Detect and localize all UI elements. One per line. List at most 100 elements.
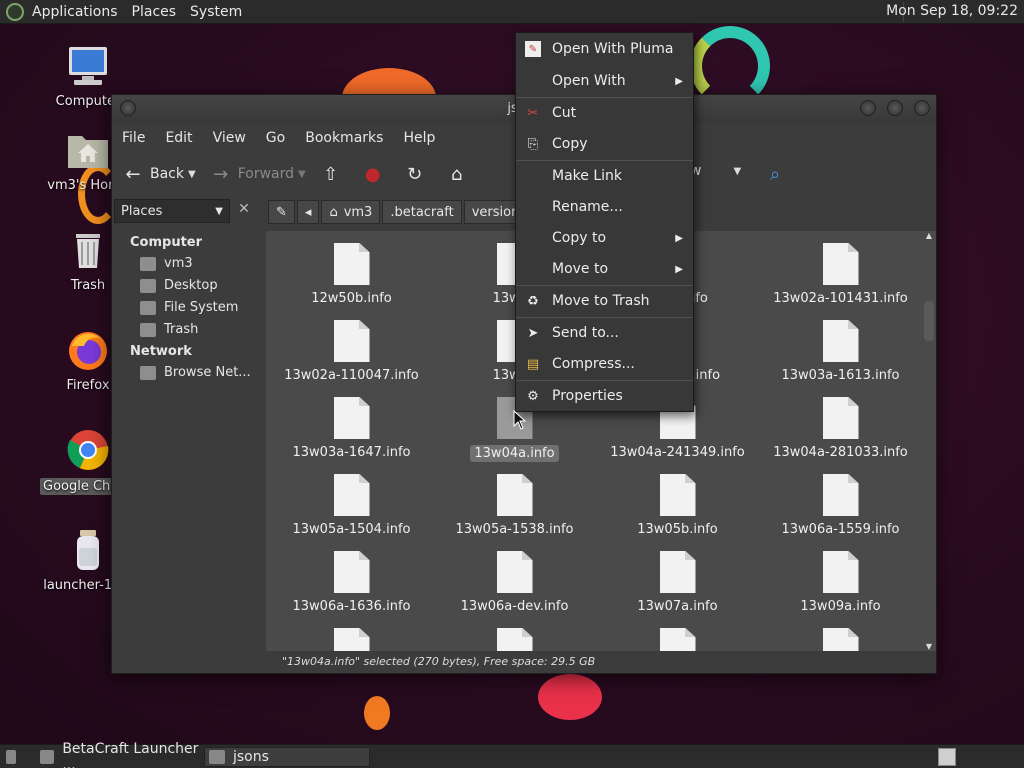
up-arrow-icon: ⇧ bbox=[323, 163, 339, 185]
sidebar-item-file-system[interactable]: File System bbox=[140, 300, 251, 315]
vertical-scrollbar[interactable]: ▲ ▼ bbox=[924, 231, 934, 651]
file-item[interactable]: 13w05a-1504.info bbox=[270, 474, 433, 537]
close-button[interactable] bbox=[914, 100, 930, 116]
document-icon bbox=[822, 628, 859, 651]
menu-item-copy-to[interactable]: Copy to ▶ bbox=[516, 223, 693, 253]
forward-history-icon[interactable]: ▼ bbox=[298, 169, 306, 180]
sidebar-item-trash[interactable]: Trash bbox=[140, 322, 251, 337]
menu-item-cut[interactable]: ✂ Cut bbox=[516, 98, 693, 128]
file-item[interactable]: 13w09a.info bbox=[759, 551, 922, 614]
scroll-down-arrow-icon[interactable]: ▼ bbox=[924, 642, 934, 651]
system-menu[interactable]: System bbox=[190, 4, 242, 20]
chevron-left-icon: ◂ bbox=[304, 204, 312, 220]
file-item[interactable] bbox=[759, 628, 922, 651]
file-item[interactable]: 13w06a-1636.info bbox=[270, 551, 433, 614]
menu-view[interactable]: View bbox=[213, 130, 246, 146]
menu-file[interactable]: File bbox=[122, 130, 145, 146]
mate-logo-icon[interactable] bbox=[6, 2, 24, 21]
menu-item-label: Properties bbox=[552, 388, 623, 404]
file-item[interactable]: 12w50b.info bbox=[270, 243, 433, 306]
computer-header: Computer bbox=[130, 235, 203, 250]
trash-icon: ♻ bbox=[527, 293, 539, 309]
file-item[interactable]: 13w03a-1613.info bbox=[759, 320, 922, 383]
taskbar-item-label: jsons bbox=[233, 749, 269, 765]
menu-item-open-with[interactable]: Open With ▶ bbox=[516, 66, 693, 96]
menu-help[interactable]: Help bbox=[403, 130, 435, 146]
menu-item-send-to[interactable]: ➤ Send to... bbox=[516, 318, 693, 348]
file-name: 13w02a-110047.info bbox=[284, 368, 419, 383]
sidebar-item-browse-network[interactable]: Browse Net... bbox=[140, 365, 251, 380]
back-history-icon[interactable]: ▼ bbox=[188, 169, 196, 180]
file-item[interactable] bbox=[270, 628, 433, 651]
minimize-button[interactable] bbox=[860, 100, 876, 116]
file-item[interactable]: 13w05a-1538.info bbox=[433, 474, 596, 537]
file-name: 13w03a-1613.info bbox=[781, 368, 900, 383]
scroll-up-arrow-icon[interactable]: ▲ bbox=[924, 231, 934, 240]
reload-button[interactable]: ↻ bbox=[404, 163, 432, 185]
edit-location-button[interactable]: ✎ bbox=[268, 200, 295, 224]
places-menu[interactable]: Places bbox=[132, 4, 177, 20]
file-item[interactable]: 13w06a-1559.info bbox=[759, 474, 922, 537]
path-crumb-betacraft[interactable]: .betacraft bbox=[382, 200, 462, 224]
file-item[interactable]: 13w05b.info bbox=[596, 474, 759, 537]
view-combo[interactable]: w ▼ bbox=[690, 163, 741, 179]
menu-item-label: Open With bbox=[552, 73, 626, 89]
forward-button[interactable]: → Forward ▼ bbox=[210, 163, 306, 185]
search-button[interactable]: ⌕ bbox=[764, 163, 792, 185]
menu-item-move-to-trash[interactable]: ♻ Move to Trash bbox=[516, 286, 693, 316]
menu-item-label: Move to Trash bbox=[552, 293, 650, 309]
menu-item-properties[interactable]: ⚙ Properties bbox=[516, 381, 693, 411]
sidebar-item-vm3[interactable]: vm3 bbox=[140, 256, 251, 271]
maximize-button[interactable] bbox=[887, 100, 903, 116]
menu-item-move-to[interactable]: Move to ▶ bbox=[516, 254, 693, 284]
taskbar-item-jsons[interactable]: jsons bbox=[204, 747, 370, 767]
file-item[interactable]: 13w02a-110047.info bbox=[270, 320, 433, 383]
file-item[interactable]: 13w02a-101431.info bbox=[759, 243, 922, 306]
menu-item-compress[interactable]: ▤ Compress... bbox=[516, 349, 693, 379]
network-header: Network bbox=[130, 344, 192, 359]
taskbar-item-label: BetaCraft Launcher ... bbox=[62, 741, 199, 768]
document-icon bbox=[496, 474, 533, 516]
desktop-folder-icon bbox=[140, 278, 156, 293]
scrollbar-thumb[interactable] bbox=[924, 301, 934, 341]
menu-item-label: Copy bbox=[552, 136, 588, 152]
blank-icon bbox=[525, 168, 541, 184]
document-icon bbox=[659, 628, 696, 651]
file-item[interactable]: 13w06a-dev.info bbox=[433, 551, 596, 614]
menu-go[interactable]: Go bbox=[266, 130, 285, 146]
file-item[interactable]: 13w04a-281033.info bbox=[759, 397, 922, 460]
menu-bookmarks[interactable]: Bookmarks bbox=[305, 130, 383, 146]
drive-icon bbox=[140, 300, 156, 315]
menu-item-label: Open With Pluma bbox=[552, 41, 674, 57]
clock[interactable]: Mon Sep 18, 09:22 bbox=[886, 3, 1018, 19]
file-item[interactable] bbox=[596, 628, 759, 651]
file-item[interactable] bbox=[433, 628, 596, 651]
path-crumb-vm3[interactable]: ⌂ vm3 bbox=[321, 200, 381, 224]
stop-button[interactable]: ● bbox=[362, 163, 390, 185]
menu-item-make-link[interactable]: Make Link bbox=[516, 161, 693, 191]
back-button[interactable]: ← Back ▼ bbox=[122, 163, 196, 185]
up-button[interactable]: ⇧ bbox=[320, 163, 348, 185]
path-back-button[interactable]: ◂ bbox=[296, 200, 320, 224]
menu-item-copy[interactable]: ⎘ Copy bbox=[516, 129, 693, 159]
workspace-switcher[interactable] bbox=[938, 748, 956, 766]
folder-icon bbox=[209, 750, 225, 764]
context-menu: ✎ Open With Pluma Open With ▶ ✂ Cut ⎘ Copy M… bbox=[515, 32, 694, 412]
pluma-icon: ✎ bbox=[525, 41, 541, 57]
menu-item-open-with-pluma[interactable]: ✎ Open With Pluma bbox=[516, 34, 693, 64]
menu-edit[interactable]: Edit bbox=[165, 130, 192, 146]
file-item[interactable]: 13w03a-1647.info bbox=[270, 397, 433, 460]
home-button[interactable]: ⌂ bbox=[446, 163, 474, 185]
file-item[interactable]: 13w07a.info bbox=[596, 551, 759, 614]
sidebar-close-icon[interactable]: ✕ bbox=[234, 201, 254, 221]
document-icon bbox=[822, 243, 859, 285]
applications-menu[interactable]: Applications bbox=[32, 4, 118, 20]
forward-arrow-icon: → bbox=[213, 163, 229, 185]
show-desktop-button[interactable] bbox=[2, 747, 24, 767]
path-bar: ✎ ◂ ⌂ vm3 .betacraft versions bbox=[268, 199, 536, 225]
places-combo[interactable]: Places ▼ bbox=[114, 199, 230, 223]
sidebar-item-desktop[interactable]: Desktop bbox=[140, 278, 251, 293]
send-icon: ➤ bbox=[527, 325, 539, 341]
menu-item-rename[interactable]: Rename... bbox=[516, 192, 693, 222]
taskbar-item-betacraft[interactable]: BetaCraft Launcher ... bbox=[36, 741, 200, 768]
